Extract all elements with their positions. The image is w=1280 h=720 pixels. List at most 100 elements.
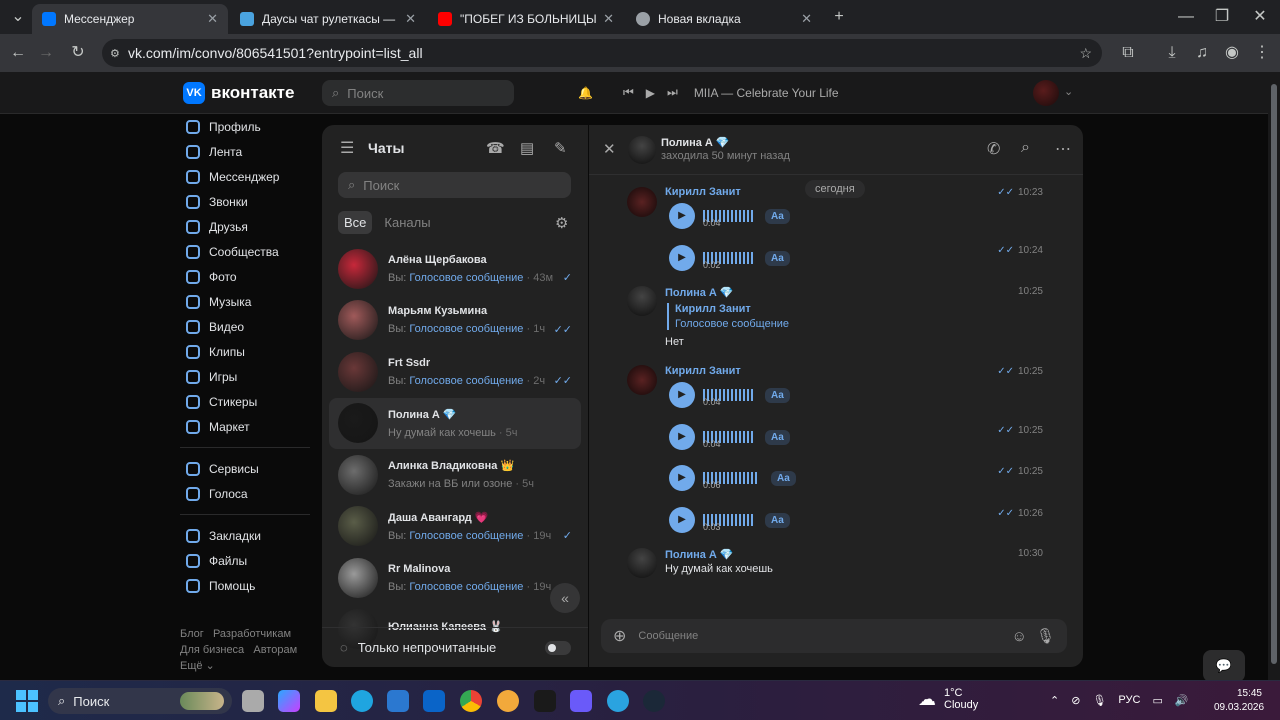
close-icon[interactable]: ✕ (207, 11, 218, 27)
filter-channels[interactable]: Каналы (378, 211, 436, 234)
chat-list-item[interactable]: Даша Авангард 💗 Вы: Голосовое сообщение ·… (322, 501, 588, 553)
footer-link[interactable]: Ещё ⌄ (180, 660, 215, 672)
more-dots-icon[interactable]: ⋯ (1055, 139, 1071, 159)
play-button[interactable]: ▶ (669, 424, 695, 450)
search-icon[interactable]: ⌕ (1021, 139, 1030, 157)
sidebar-item-5[interactable]: Сообщества (180, 239, 310, 264)
sidebar-item-10[interactable]: Игры (180, 364, 310, 389)
sender-avatar[interactable] (627, 286, 657, 316)
peer-name[interactable]: Полина А 💎 (661, 136, 730, 149)
tab-youtube[interactable]: "ПОБЕГ ИЗ БОЛЬНИЦЫ" (части ✕ (428, 4, 624, 34)
star-app-icon[interactable] (534, 690, 556, 712)
close-icon[interactable]: ✕ (405, 11, 416, 27)
sidebar-item-8[interactable]: Видео (180, 314, 310, 339)
sidebar-item-6[interactable]: Фото (180, 264, 310, 289)
play-button[interactable]: ▶ (669, 382, 695, 408)
copilot-icon[interactable] (278, 690, 300, 712)
forward-arrow-icon[interactable]: → (36, 43, 56, 63)
sidebar-item-1[interactable]: Голоса (180, 481, 310, 506)
unread-only-toggle[interactable] (545, 641, 571, 655)
chat-list-item[interactable]: Алёна Щербакова Вы: Голосовое сообщение ·… (322, 243, 588, 295)
footer-link[interactable]: Для бизнеса (180, 644, 244, 656)
emoji-icon[interactable]: ☺ (1012, 628, 1027, 645)
sidebar-item-12[interactable]: Маркет (180, 414, 310, 439)
footer-link[interactable]: Разработчикам (213, 628, 291, 640)
language-indicator[interactable]: РУС (1118, 694, 1140, 707)
chevron-down-icon[interactable]: ⌄ (1064, 85, 1073, 98)
menu-icon[interactable]: ☰ (340, 138, 354, 158)
sidebar-item-1[interactable]: Лента (180, 139, 310, 164)
display-icon[interactable]: ▭ (1152, 694, 1162, 707)
next-track-icon[interactable]: ⏭ (667, 85, 678, 100)
sidebar-item-2[interactable]: Помощь (180, 573, 310, 598)
tab-nekto[interactable]: Даусы чат рулеткасы — Nekto ✕ (230, 4, 426, 34)
extensions-icon[interactable]: ⧉ (1118, 43, 1138, 63)
collapse-panel-icon[interactable]: « (550, 583, 580, 613)
window-close-icon[interactable]: ✕ (1250, 7, 1270, 27)
transcribe-button[interactable]: Aa (765, 250, 790, 266)
edge-icon[interactable] (351, 690, 373, 712)
tab-messenger[interactable]: Мессенджер ✕ (32, 4, 228, 34)
transcribe-button[interactable]: Aa (765, 387, 790, 403)
back-arrow-icon[interactable]: ← (8, 43, 28, 63)
prev-track-icon[interactable]: ⏮ (623, 85, 634, 100)
weather-widget[interactable]: ☁ 1°C Cloudy (918, 687, 978, 711)
close-icon[interactable]: ✕ (603, 11, 614, 27)
user-avatar[interactable] (1033, 80, 1059, 106)
site-info-icon[interactable]: ⚙ (110, 47, 120, 60)
reload-icon[interactable]: ↻ (68, 43, 88, 63)
sidebar-item-1[interactable]: Файлы (180, 548, 310, 573)
minimize-icon[interactable]: — (1176, 7, 1196, 27)
archive-icon[interactable]: ▤ (520, 139, 534, 157)
chrome-icon[interactable] (460, 690, 482, 712)
filter-all[interactable]: Все (338, 211, 373, 234)
sidebar-item-4[interactable]: Друзья (180, 214, 310, 239)
chat-list-item[interactable]: Frt Ssdr Вы: Голосовое сообщение · 2ч ✓✓ (322, 346, 588, 398)
profile-icon[interactable]: ◉ (1222, 43, 1242, 63)
microphone-icon[interactable]: 🎙 (1092, 694, 1106, 707)
chat-list-item[interactable]: Алинка Владиковна 👑 Закажи на ВБ или озон… (322, 449, 588, 501)
app-notification-icon[interactable] (497, 690, 519, 712)
chat-list-item[interactable]: Марьям Кузьмина Вы: Голосовое сообщение ·… (322, 295, 588, 347)
outlook-icon[interactable] (423, 690, 445, 712)
tray-chevron-up-icon[interactable]: ⌃ (1050, 694, 1059, 707)
address-bar[interactable]: ⚙ vk.com/im/convo/806541501?entrypoint=l… (102, 39, 1102, 67)
play-button[interactable]: ▶ (669, 245, 695, 271)
play-button[interactable]: ▶ (669, 507, 695, 533)
tab-search-icon[interactable]: ⌄ (8, 7, 28, 27)
sender-name[interactable]: Кирилл Занит (665, 365, 741, 377)
sender-avatar[interactable] (627, 548, 657, 578)
sender-avatar[interactable] (627, 187, 657, 217)
transcribe-button[interactable]: Aa (765, 429, 790, 445)
taskbar-clock[interactable]: 15:45 09.03.2026 (1214, 687, 1264, 715)
chat-list-item[interactable]: Rr Malinova Вы: Голосовое сообщение · 19ч (322, 552, 588, 604)
new-call-icon[interactable]: ☎ (486, 139, 505, 157)
play-button[interactable]: ▶ (669, 465, 695, 491)
compose-icon[interactable]: ✎ (554, 139, 567, 157)
footer-link[interactable]: Авторам (253, 644, 297, 656)
header-search-input[interactable]: ⌕ Поиск (322, 80, 514, 106)
close-convo-icon[interactable]: ✕ (603, 140, 616, 158)
footer-link[interactable]: Блог (180, 628, 204, 640)
discord-like-icon[interactable] (570, 690, 592, 712)
sidebar-item-9[interactable]: Клипы (180, 339, 310, 364)
sidebar-item-0[interactable]: Закладки (180, 523, 310, 548)
reply-quote[interactable]: Кирилл Занит Голосовое сообщение (667, 303, 789, 330)
tab-new[interactable]: Новая вкладка ✕ (626, 4, 822, 34)
settings-gear-icon[interactable]: ⚙ (555, 214, 568, 232)
store-icon[interactable] (387, 690, 409, 712)
chat-bubble-fab-icon[interactable]: 💬 (1203, 650, 1245, 682)
sidebar-item-11[interactable]: Стикеры (180, 389, 310, 414)
maximize-icon[interactable]: ❐ (1212, 7, 1232, 27)
chats-search-input[interactable]: ⌕ Поиск (338, 172, 571, 198)
sender-avatar[interactable] (627, 365, 657, 395)
microphone-icon[interactable]: 🎙 (1036, 627, 1055, 645)
transcribe-button[interactable]: Aa (771, 470, 796, 486)
sidebar-item-0[interactable]: Сервисы (180, 456, 310, 481)
play-icon[interactable]: ▶ (646, 86, 655, 100)
sidebar-item-3[interactable]: Звонки (180, 189, 310, 214)
page-scrollbar[interactable] (1268, 72, 1280, 680)
close-icon[interactable]: ✕ (801, 11, 812, 27)
attach-plus-icon[interactable]: ⊕ (613, 626, 626, 646)
download-icon[interactable]: ⤓ (1162, 43, 1182, 63)
